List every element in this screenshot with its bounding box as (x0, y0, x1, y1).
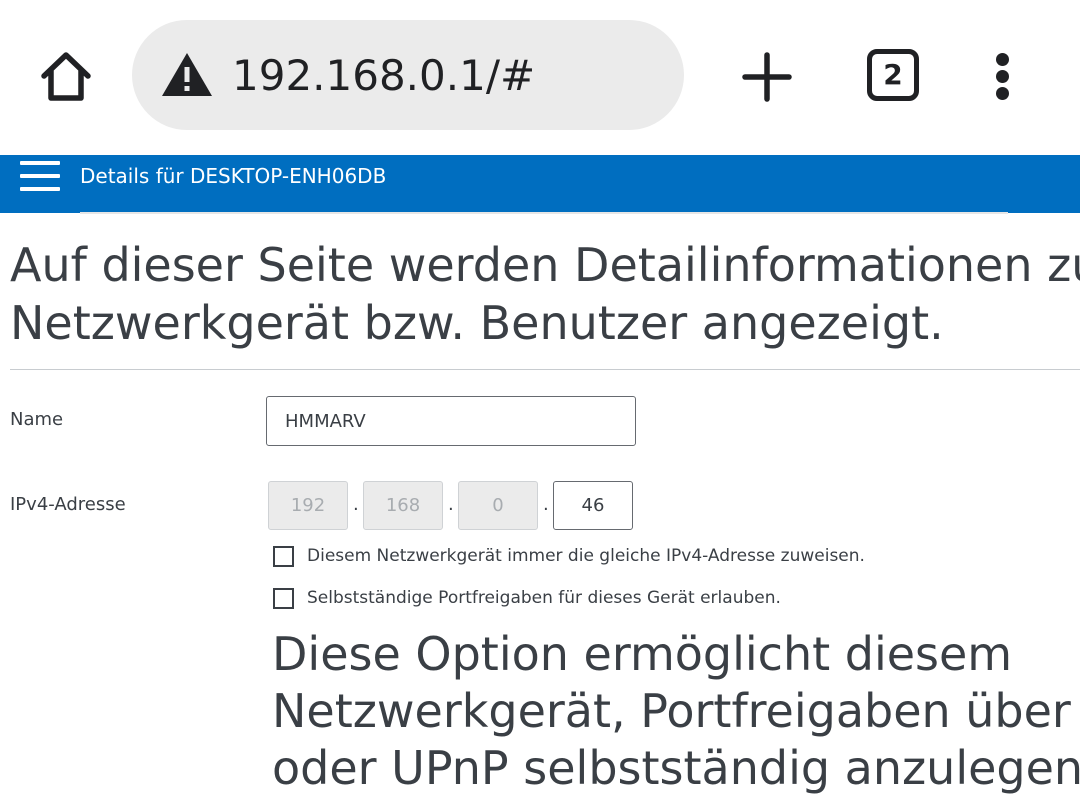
name-input[interactable] (266, 396, 636, 446)
help-line-1: Diese Option ermöglicht diesem (272, 627, 1013, 681)
page-header-title: Details für DESKTOP-ENH06DB (80, 164, 387, 188)
plus-icon[interactable] (740, 50, 794, 104)
ip-octet-2 (363, 481, 443, 530)
intro-text: Auf dieser Seite werden Detailinformatio… (10, 236, 1080, 352)
ipv4-label: IPv4-Adresse (10, 494, 126, 515)
tabs-icon[interactable]: 2 (867, 49, 919, 101)
page-header-bar: Details für DESKTOP-ENH06DB (0, 155, 1080, 214)
help-line-3: oder UPnP selbstständig anzulegen. (272, 741, 1080, 795)
port-forwarding-help-text: Diese Option ermöglicht diesem Netzwerkg… (272, 626, 1080, 797)
ip-separator: . (448, 494, 454, 515)
intro-line-2: Netzwerkgerät bzw. Benutzer angezeigt. (10, 296, 944, 350)
intro-line-1: Auf dieser Seite werden Detailinformatio… (10, 238, 1080, 292)
url-text[interactable]: 192.168.0.1/# (232, 50, 535, 102)
divider (10, 369, 1080, 370)
home-icon[interactable] (36, 46, 96, 106)
name-label: Name (10, 409, 64, 430)
browser-toolbar: 192.168.0.1/# 2 (0, 0, 1080, 152)
fixed-ip-checkbox[interactable] (273, 546, 294, 567)
port-forwarding-checkbox[interactable] (273, 588, 294, 609)
port-forwarding-checkbox-label[interactable]: Selbstständige Portfreigaben für dieses … (307, 586, 781, 610)
hamburger-menu-icon[interactable] (20, 159, 60, 193)
warning-icon[interactable] (160, 50, 214, 100)
ip-octet-4[interactable] (553, 481, 633, 530)
ip-separator: . (353, 494, 359, 515)
more-vert-icon[interactable] (984, 50, 1024, 102)
ip-octet-3 (458, 481, 538, 530)
ip-separator: . (543, 494, 549, 515)
ip-octet-1 (268, 481, 348, 530)
header-underline (80, 212, 1008, 214)
help-line-2: Netzwerkgerät, Portfreigaben über P (272, 684, 1080, 738)
fixed-ip-checkbox-label[interactable]: Diesem Netzwerkgerät immer die gleiche I… (307, 544, 865, 568)
